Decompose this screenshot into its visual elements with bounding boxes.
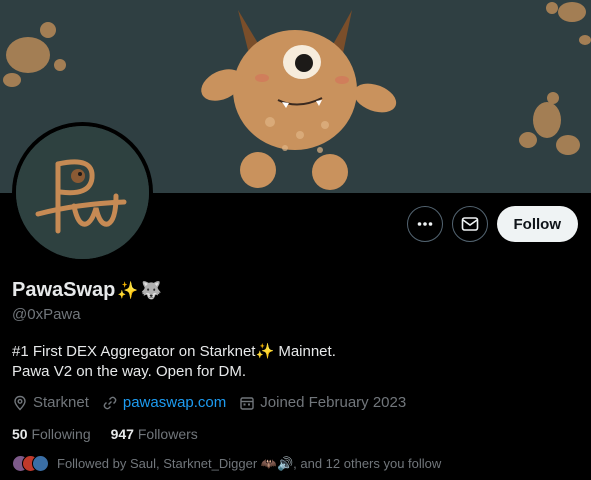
location: Starknet (12, 394, 89, 411)
calendar-icon (240, 396, 254, 410)
location-text: Starknet (33, 394, 89, 411)
bio-text-1: #1 First DEX Aggregator on Starknet (12, 343, 256, 360)
message-button[interactable] (451, 206, 488, 242)
followers-count: 947 (110, 426, 134, 442)
profile-bio: #1 First DEX Aggregator on Starknet✨ Mai… (12, 342, 572, 382)
join-date: Joined February 2023 (239, 394, 406, 411)
location-pin-icon (14, 395, 26, 410)
sparkles-icon: ✨ (255, 343, 275, 360)
sparkles-icon: ✨ (117, 281, 139, 300)
bio-line-1: #1 First DEX Aggregator on Starknet✨ Mai… (12, 342, 572, 362)
following-label: Following (31, 426, 91, 442)
mutual-avatars (12, 455, 49, 472)
following-link[interactable]: 50 Following (12, 426, 91, 442)
profile-meta: Starknet pawaswap.com Joined February 20… (12, 394, 406, 411)
followed-by-text: Followed by Saul, Starknet_Digger 🦇🔊, an… (57, 455, 442, 471)
followed-by[interactable]: Followed by Saul, Starknet_Digger 🦇🔊, an… (12, 455, 441, 472)
link-icon (103, 396, 117, 409)
avatar (32, 455, 49, 472)
envelope-icon (461, 217, 478, 231)
display-name: PawaSwap (12, 279, 116, 301)
follow-counts: 50 Following 947 Followers (12, 426, 198, 442)
more-button[interactable] (406, 206, 443, 242)
join-date-text: Joined February 2023 (260, 394, 407, 411)
profile-actions: Follow (406, 206, 578, 242)
more-icon (417, 222, 432, 226)
bio-line-2: Pawa V2 on the way. Open for DM. (12, 363, 247, 380)
followers-link[interactable]: 947 Followers (111, 426, 198, 442)
display-name-row: PawaSwap ✨ 🐺 (12, 279, 162, 302)
following-count: 50 (12, 426, 28, 442)
website-link[interactable]: pawaswap.com (123, 394, 226, 411)
follow-button[interactable]: Follow (496, 206, 578, 242)
profile-avatar[interactable] (12, 122, 153, 263)
followers-label: Followers (137, 426, 198, 442)
wolf-icon: 🐺 (140, 281, 162, 300)
profile-handle: @0xPawa (12, 306, 81, 323)
website[interactable]: pawaswap.com (102, 394, 226, 411)
avatar-logo (16, 126, 149, 259)
bio-text-2: Mainnet. (274, 343, 336, 360)
